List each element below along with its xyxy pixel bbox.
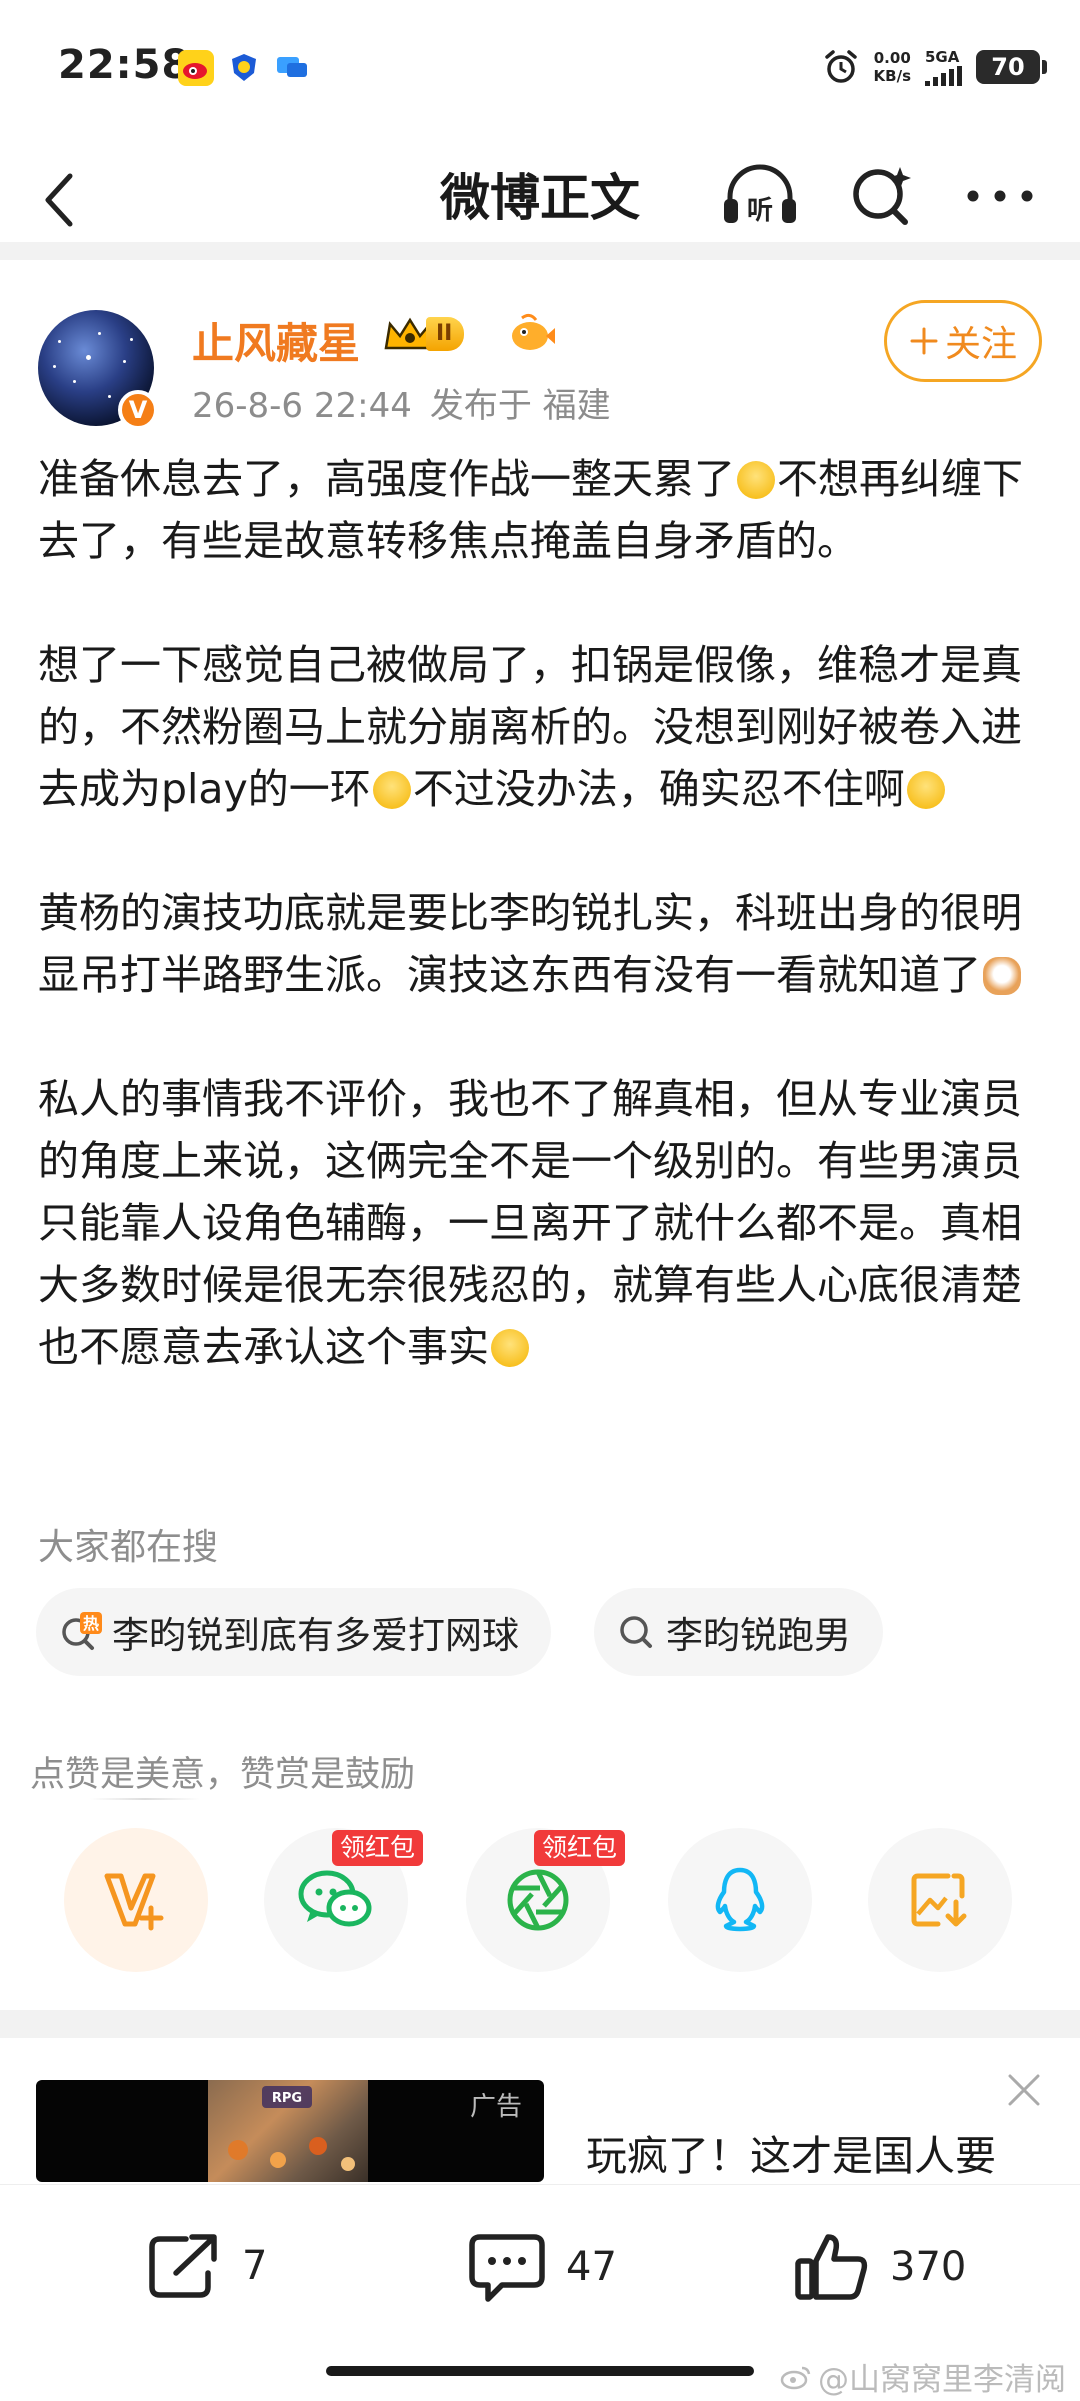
ad-game-scene: RPG — [208, 2080, 368, 2182]
watermark-text: @山窝窝里李清阅 — [818, 2362, 1066, 2398]
search-button[interactable] — [842, 156, 922, 236]
nav-divider — [0, 242, 1080, 260]
hot-search-icon: 热 — [62, 1612, 102, 1650]
member-rank-badge[interactable]: II — [382, 314, 465, 354]
shy-face-emoji-icon — [906, 771, 945, 809]
alarm-icon — [824, 50, 857, 83]
signal-indicator: 5GA — [925, 48, 962, 86]
thinking-face-emoji-icon — [372, 771, 411, 809]
repost-icon — [149, 2234, 217, 2298]
net-speed-unit: KB/s — [873, 67, 911, 85]
cat-emoji-icon — [983, 957, 1021, 995]
reward-tip: 点赞是美意，赞赏是鼓励 — [30, 1755, 416, 1795]
post-date: 26-8-6 22:44 — [192, 386, 412, 426]
search-icon — [620, 1616, 652, 1648]
rank-level: II — [426, 317, 465, 351]
reward-tip-pointer — [90, 1798, 200, 1800]
post-content: 准备休息去了，高强度作战一整天累了 不想再纠缠下去了，有些是故意转移焦点掩盖自身矛… — [38, 448, 1048, 1440]
plus-icon — [910, 327, 938, 355]
dizzy-face-emoji-icon — [737, 461, 775, 499]
watermark: @山窝窝里李清阅 — [780, 2354, 1066, 2399]
weibo-logo-icon — [780, 2366, 811, 2389]
author-avatar[interactable]: V — [38, 310, 158, 430]
battery-level: 70 — [991, 53, 1025, 81]
hot-search-chip-2[interactable]: 李昀锐跑男 — [594, 1588, 883, 1676]
redpack-badge-moments: 领红包 — [534, 1830, 626, 1866]
section-divider — [0, 2010, 1080, 2038]
notification-icons — [178, 50, 310, 86]
fan-badge-icon[interactable] — [508, 312, 556, 356]
svg-text:听: 听 — [747, 196, 773, 226]
share-qq-button[interactable] — [668, 1828, 812, 1972]
chat-app-notification-icon — [274, 50, 310, 86]
save-image-icon — [911, 1873, 967, 1927]
status-bar: 22:58 0.00 KB/s 5GA 70 — [0, 0, 1080, 140]
weibo-notification-icon — [178, 50, 214, 86]
follow-button[interactable]: 关注 — [884, 300, 1042, 382]
more-button[interactable] — [960, 156, 1040, 236]
clock: 22:58 — [58, 42, 191, 88]
police-app-notification-icon — [226, 50, 262, 86]
wechat-icon — [298, 1870, 372, 1927]
battery-icon: 70 — [976, 50, 1047, 84]
hot-search-chip-1-label: 李昀锐到底有多爱打网球 — [112, 1614, 519, 1657]
comment-icon — [469, 2234, 545, 2302]
post-location: 发布于 福建 — [429, 386, 611, 426]
net-speed-value: 0.00 — [873, 49, 911, 67]
more-dots-icon — [967, 190, 1033, 202]
post-meta: 26-8-6 22:44 发布于 福建 — [192, 378, 629, 427]
redpack-badge-wechat: 领红包 — [332, 1830, 424, 1866]
ad-title[interactable]: 玩疯了！这才是国人要 — [586, 2122, 996, 2182]
repost-button[interactable]: 7 — [146, 2231, 267, 2301]
verified-badge-icon: V — [118, 390, 158, 430]
comment-count: 47 — [566, 2244, 617, 2290]
like-button[interactable]: 370 — [794, 2231, 966, 2303]
tongue-face-emoji-icon — [491, 1329, 529, 1367]
svg-text:RPG: RPG — [272, 2091, 302, 2106]
home-indicator[interactable] — [326, 2366, 754, 2376]
paragraph-3: 黄杨的演技功底就是要比李昀锐扎实，科班出身的很明显吊打半路野生派。演技这东西有没… — [38, 882, 1048, 1006]
signal-bars-icon — [925, 66, 962, 86]
search-icon — [853, 167, 911, 225]
signal-label: 5GA — [925, 48, 960, 66]
ad-label: 广告 — [469, 2092, 522, 2122]
repost-count: 7 — [242, 2243, 268, 2289]
comment-button[interactable]: 47 — [468, 2231, 617, 2303]
paragraph-1: 准备休息去了，高强度作战一整天累了 不想再纠缠下去了，有些是故意转移焦点掩盖自身矛… — [38, 448, 1048, 572]
ad-image[interactable]: RPG 广告 — [36, 2080, 544, 2182]
hot-search-chip-2-label: 李昀锐跑男 — [666, 1614, 851, 1657]
qq-penguin-icon — [715, 1867, 765, 1932]
author-name[interactable]: 止风藏星 — [192, 310, 360, 371]
save-image-button[interactable] — [868, 1828, 1012, 1972]
paragraph-1-text-a: 准备休息去了，高强度作战一整天累了 — [38, 455, 735, 503]
paragraph-4-text: 私人的事情我不评价，我也不了解真相，但从专业演员的角度上来说，这俩完全不是一个级… — [38, 1075, 1022, 1371]
paragraph-4: 私人的事情我不评价，我也不了解真相，但从专业演员的角度上来说，这俩完全不是一个级… — [38, 1068, 1048, 1378]
top-nav: 微博正文 听 — [0, 140, 1080, 240]
like-count: 370 — [890, 2244, 967, 2290]
system-indicators: 0.00 KB/s 5GA 70 — [822, 48, 1047, 86]
paragraph-3-text: 黄杨的演技功底就是要比李昀锐扎实，科班出身的很明显吊打半路野生派。演技这东西有没… — [38, 889, 1022, 999]
paragraph-2-text-b: 不过没办法，确实忍不住啊 — [412, 765, 905, 813]
svg-text:热: 热 — [83, 1614, 99, 1633]
follow-label: 关注 — [944, 324, 1017, 365]
headphones-icon: 听 — [724, 164, 796, 226]
paragraph-2: 想了一下感觉自己被做局了，扣锅是假像，维稳才是真的，不然粉圈马上就分崩离析的。没… — [38, 634, 1048, 820]
hot-search-chip-1[interactable]: 热 李昀锐到底有多爱打网球 — [36, 1588, 551, 1676]
hot-search-title: 大家都在搜 — [38, 1527, 219, 1568]
reward-v-plus-icon — [104, 1873, 164, 1931]
moments-aperture-icon — [507, 1869, 569, 1931]
network-speed: 0.00 KB/s — [874, 49, 911, 85]
listen-button[interactable]: 听 — [720, 156, 800, 236]
reward-button[interactable] — [64, 1828, 208, 1972]
like-thumb-icon — [795, 2234, 868, 2300]
close-ad-icon[interactable] — [1006, 2072, 1042, 2108]
